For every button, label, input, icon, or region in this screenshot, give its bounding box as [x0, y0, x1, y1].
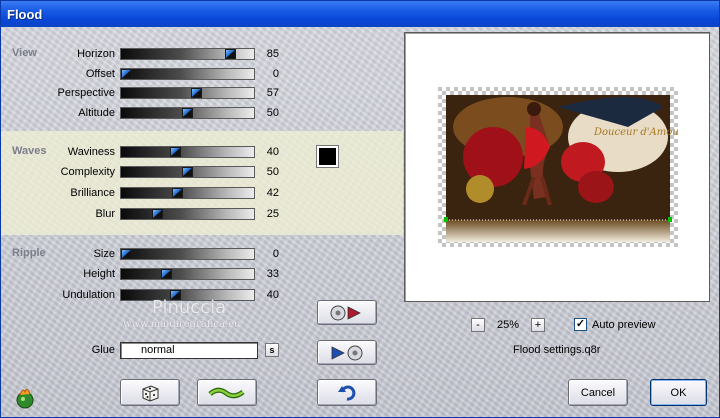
title-bar[interactable]: Flood	[1, 1, 719, 27]
size-slider[interactable]	[120, 248, 255, 260]
perspective-slider[interactable]	[120, 87, 255, 99]
preview-pane[interactable]: Douceur d'Amour	[404, 32, 710, 302]
waviness-slider-thumb[interactable]	[170, 147, 181, 157]
brilliance-value: 42	[266, 187, 279, 199]
wave-color-swatch[interactable]	[316, 145, 339, 168]
glue-select[interactable]: normal	[120, 342, 258, 359]
glue-s-label: s	[269, 345, 275, 355]
horizon-slider[interactable]	[120, 48, 255, 60]
size-value: 0	[272, 248, 279, 260]
cancel-button[interactable]: Cancel	[568, 379, 628, 406]
offset-slider[interactable]	[120, 68, 255, 80]
save-settings-icon	[331, 345, 363, 360]
complexity-slider-thumb[interactable]	[182, 167, 193, 177]
altitude-slider[interactable]	[120, 107, 255, 119]
ok-button[interactable]: OK	[650, 379, 707, 406]
perspective-label: Perspective	[57, 87, 115, 99]
wave-preset-button[interactable]	[197, 379, 257, 406]
window-title: Flood	[7, 7, 43, 22]
horizon-slider-thumb[interactable]	[225, 49, 236, 59]
zoom-out-button[interactable]: -	[471, 318, 485, 332]
glue-s-button[interactable]: s	[265, 343, 279, 357]
brilliance-slider-thumb[interactable]	[172, 188, 183, 198]
altitude-label: Altitude	[78, 107, 115, 119]
blur-slider-thumb[interactable]	[152, 209, 163, 219]
horizon-label: Horizon	[77, 48, 115, 60]
check-mark-icon: ✓	[575, 318, 586, 330]
altitude-value: 50	[266, 107, 279, 119]
offset-slider-thumb[interactable]	[121, 69, 132, 79]
zoom-in-label: +	[534, 319, 542, 331]
waviness-value: 40	[266, 146, 279, 158]
auto-preview-label[interactable]: Auto preview	[592, 319, 656, 331]
waviness-label: Waviness	[67, 146, 115, 158]
dice-icon	[142, 384, 159, 402]
load-settings-button[interactable]	[317, 300, 377, 325]
waviness-slider[interactable]	[120, 146, 255, 158]
preview-image-text: Douceur d'Amour	[593, 127, 678, 138]
brilliance-slider[interactable]	[120, 187, 255, 199]
flood-dialog: Flood View Horizon 85 Offset 0 Perspecti…	[0, 0, 720, 418]
settings-file-name: Flood settings.q8r	[513, 344, 601, 356]
size-label: Size	[93, 248, 115, 260]
blur-label: Blur	[95, 208, 115, 220]
perspective-slider-thumb[interactable]	[191, 88, 202, 98]
auto-preview-checkbox[interactable]: ✓	[574, 318, 587, 331]
save-settings-button[interactable]	[317, 340, 377, 365]
preview-image: Douceur d'Amour	[438, 87, 678, 247]
blur-slider[interactable]	[120, 208, 255, 220]
height-value: 33	[266, 268, 279, 280]
complexity-slider[interactable]	[120, 166, 255, 178]
zoom-in-button[interactable]: +	[531, 318, 545, 332]
height-slider-thumb[interactable]	[161, 269, 172, 279]
zoom-out-label: -	[476, 319, 480, 331]
undo-arrow-icon	[338, 385, 356, 401]
blur-value: 25	[266, 208, 279, 220]
wave-icon	[208, 387, 245, 398]
zoom-level: 25%	[497, 319, 520, 331]
ok-label: OK	[670, 386, 687, 399]
perspective-value: 57	[266, 87, 279, 99]
complexity-label: Complexity	[60, 166, 115, 178]
watermark-url: www.maidiregrafica.eu	[123, 319, 241, 330]
brilliance-label: Brilliance	[70, 187, 115, 199]
cancel-label: Cancel	[580, 386, 616, 399]
undulation-value: 40	[266, 289, 279, 301]
height-slider[interactable]	[120, 268, 255, 280]
size-slider-thumb[interactable]	[121, 249, 132, 259]
offset-label: Offset	[85, 68, 115, 80]
watermark-name: Pinuccia	[152, 297, 227, 318]
load-settings-icon	[330, 305, 361, 320]
offset-value: 0	[272, 68, 279, 80]
glue-label: Glue	[91, 344, 115, 356]
complexity-value: 50	[266, 166, 279, 178]
undulation-label: Undulation	[62, 289, 115, 301]
altitude-slider-thumb[interactable]	[182, 108, 193, 118]
reset-button[interactable]	[317, 379, 377, 406]
horizon-value: 85	[266, 48, 279, 60]
height-label: Height	[83, 268, 115, 280]
plugin-logo-icon	[13, 385, 37, 409]
random-button[interactable]	[120, 379, 180, 406]
glue-value: normal	[141, 344, 175, 356]
